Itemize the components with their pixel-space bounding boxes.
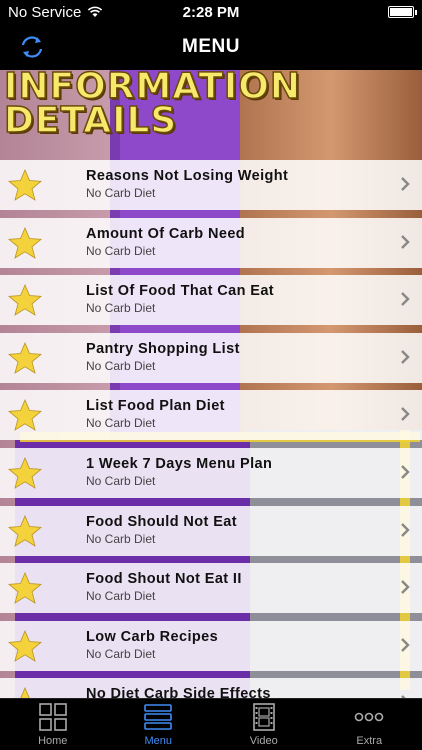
tab-menu[interactable]: Menu	[106, 699, 212, 750]
tab-home[interactable]: Home	[0, 699, 106, 750]
wifi-icon	[88, 6, 103, 17]
chevron-right-icon	[401, 407, 410, 422]
list-item-subtitle: No Carb Diet	[86, 531, 156, 546]
list-item[interactable]: Reasons Not Losing Weight No Carb Diet	[0, 160, 422, 210]
list-item-title: List Food Plan Diet	[86, 398, 225, 415]
status-left: No Service	[8, 4, 103, 21]
list-item-title: Food Should Not Eat	[86, 513, 237, 530]
list-item-texts: Low Carb Recipes No Carb Diet	[86, 629, 218, 661]
star-icon	[8, 169, 42, 201]
chevron-right-icon	[401, 465, 410, 479]
list-item-texts: List Of Food That Can Eat No Carb Diet	[86, 283, 274, 315]
chevron-right-icon	[401, 522, 410, 537]
list-item-texts: Food Shout Not Eat II No Carb Diet	[86, 571, 242, 603]
star-icon	[8, 226, 42, 259]
list-item[interactable]: Low Carb Recipes No Carb Diet	[0, 620, 422, 671]
grid-icon	[38, 703, 67, 731]
battery-fill	[390, 8, 412, 16]
chevron-right-icon	[401, 349, 410, 364]
hero-title: INFORMATION DETAILS	[3, 70, 302, 141]
list-item-texts: 1 Week 7 Days Menu Plan No Carb Diet	[86, 456, 272, 488]
main-content[interactable]: INFORMATION DETAILS Reasons Not Losing W…	[0, 70, 422, 698]
list-item-subtitle: No Carb Diet	[86, 473, 156, 488]
nav-bar: MENU	[0, 24, 422, 70]
list-item[interactable]: Food Shout Not Eat II No Carb Diet	[0, 563, 422, 614]
star-icon	[20, 687, 30, 698]
list-item[interactable]: Pantry Shopping List No Carb Diet	[0, 332, 422, 383]
star-icon	[8, 341, 42, 374]
list-item-texts: Food Should Not Eat No Carb Diet	[86, 514, 237, 546]
tab-menu-label: Menu	[144, 735, 173, 747]
list-item-title: No Diet Carb Side Effects	[86, 686, 271, 698]
list-item-title: Food Shout Not Eat II	[86, 571, 242, 588]
list-item[interactable]: Food Should Not Eat No Carb Diet	[0, 505, 422, 556]
tab-video-label: Video	[249, 735, 278, 747]
chevron-right-icon	[401, 234, 410, 249]
list-item-title: Reasons Not Losing Weight	[86, 168, 289, 184]
battery-icon	[388, 6, 417, 18]
list-item-subtitle: No Carb Diet	[86, 416, 156, 431]
star-icon	[8, 399, 42, 432]
star-icon	[8, 514, 42, 547]
list-item-subtitle: No Carb Diet	[86, 301, 156, 316]
list-item[interactable]: Amount Of Carb Need No Carb Diet	[0, 217, 422, 268]
star-icon	[8, 284, 42, 317]
list-item-texts: List Food Plan Diet No Carb Diet	[86, 398, 225, 430]
refresh-button[interactable]	[14, 31, 50, 63]
list-item-title: Amount Of Carb Need	[86, 225, 246, 242]
list-item-texts: Amount Of Carb Need No Carb Diet	[86, 226, 245, 258]
tab-video[interactable]: Video	[211, 699, 317, 750]
list-item[interactable]: List Food Plan Diet No Carb Diet	[0, 390, 422, 441]
chevron-right-icon	[401, 292, 410, 307]
chevron-right-icon	[401, 580, 410, 595]
list-item-subtitle: No Carb Diet	[86, 243, 156, 258]
chevron-right-icon	[401, 637, 410, 652]
tab-home-label: Home	[38, 735, 68, 747]
star-icon	[8, 456, 42, 489]
list-item-subtitle: No Carb Diet	[86, 646, 156, 661]
list-item-texts: Pantry Shopping List No Carb Diet	[86, 341, 240, 373]
list-item-subtitle: No Carb Diet	[86, 589, 156, 604]
hero-title-line2: DETAILS	[3, 100, 178, 141]
list-item-texts: Reasons Not Losing Weight No Carb Diet	[86, 168, 288, 200]
list-item-title: List Of Food That Can Eat	[86, 283, 275, 300]
page-title: MENU	[182, 36, 240, 57]
tab-bar: Home Menu Video Extra	[0, 698, 422, 750]
list-item-subtitle: No Carb Diet	[86, 358, 156, 373]
star-icon	[8, 629, 42, 662]
list-item-texts: No Diet Carb Side EffectsNo Carb Diet	[86, 686, 271, 698]
star-icon	[8, 572, 42, 605]
hero-title-line1: INFORMATION	[3, 70, 302, 107]
status-bar: No Service 2:28 PM	[0, 0, 422, 24]
more-icon	[354, 712, 384, 722]
menu-list: Reasons Not Losing Weight No Carb Diet Amo…	[0, 160, 422, 698]
film-icon	[252, 703, 275, 731]
list-item-title: 1 Week 7 Days Menu Plan	[86, 455, 273, 472]
list-item-subtitle: No Carb Diet	[86, 186, 156, 200]
chevron-right-icon	[401, 177, 410, 191]
list-item[interactable]: No Diet Carb Side EffectsNo Carb Diet	[0, 678, 422, 698]
list-item[interactable]: List Of Food That Can Eat No Carb Diet	[0, 275, 422, 326]
tab-extra[interactable]: Extra	[317, 699, 422, 750]
list-item-title: Pantry Shopping List	[86, 340, 240, 357]
refresh-icon	[21, 36, 43, 58]
tab-extra-label: Extra	[356, 735, 383, 747]
carrier-label: No Service	[8, 3, 82, 21]
list-icon	[144, 704, 173, 730]
list-item[interactable]: 1 Week 7 Days Menu Plan No Carb Diet	[0, 447, 422, 498]
list-item-title: Low Carb Recipes	[86, 628, 219, 645]
